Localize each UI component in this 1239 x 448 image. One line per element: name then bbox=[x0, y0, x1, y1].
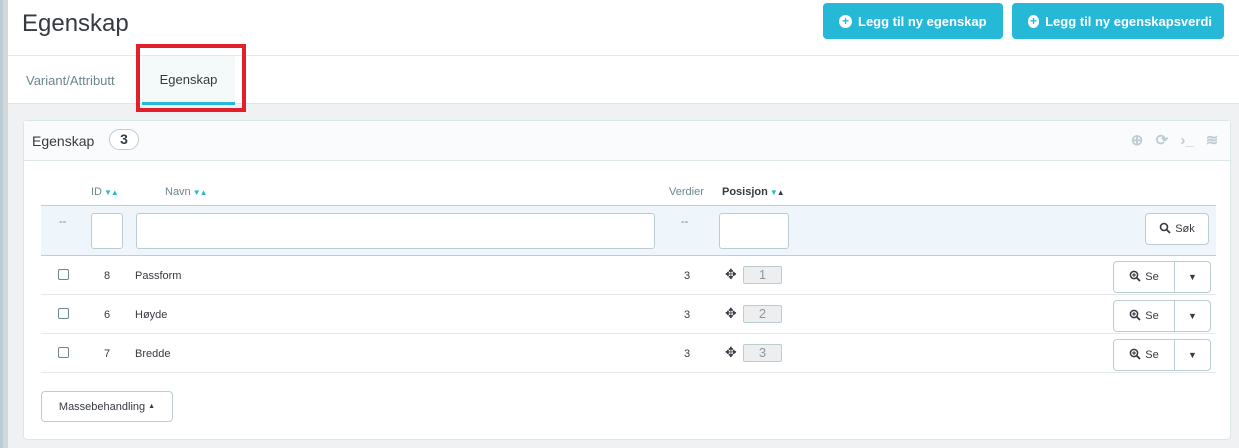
left-sidebar-strip bbox=[0, 0, 8, 448]
row-id: 6 bbox=[104, 309, 111, 321]
add-property-value-label: Legg til ny egenskapsverdi bbox=[1045, 13, 1212, 29]
search-icon bbox=[1159, 222, 1171, 237]
sort-icon[interactable]: ▼▲ bbox=[193, 188, 208, 197]
row-actions: Se ▼ bbox=[1113, 261, 1211, 293]
row-dropdown-toggle[interactable]: ▼ bbox=[1175, 340, 1210, 370]
row-name[interactable]: Bredde bbox=[135, 348, 170, 360]
database-export-icon[interactable]: ≋ bbox=[1204, 133, 1220, 149]
row-position: 3 bbox=[743, 344, 782, 362]
highlight-annotation-box bbox=[136, 44, 246, 112]
id-filter-input[interactable] bbox=[91, 213, 123, 249]
drag-handle-icon[interactable]: ✥ bbox=[725, 306, 737, 320]
column-header-position[interactable]: Posisjon ▼▲ bbox=[722, 186, 785, 198]
row-dropdown-toggle[interactable]: ▼ bbox=[1175, 262, 1210, 292]
properties-panel: Egenskap 3 ⊕ ⟳ ›_ ≋ ID ▼▲ Navn ▼▲ Verdier … bbox=[23, 120, 1231, 440]
refresh-icon[interactable]: ⟳ bbox=[1154, 133, 1170, 149]
drag-handle-icon[interactable]: ✥ bbox=[725, 345, 737, 359]
row-name[interactable]: Høyde bbox=[135, 309, 167, 321]
add-property-value-button[interactable]: + Legg til ny egenskapsverdi bbox=[1012, 3, 1224, 39]
row-position: 2 bbox=[743, 305, 782, 323]
add-property-button[interactable]: + Legg til ny egenskap bbox=[823, 3, 1003, 39]
row-dropdown-toggle[interactable]: ▼ bbox=[1175, 301, 1210, 331]
position-filter-input[interactable] bbox=[719, 213, 789, 249]
bulk-actions-button[interactable]: Massebehandling ▲ bbox=[41, 391, 173, 422]
search-button[interactable]: Søk bbox=[1145, 213, 1209, 245]
page-title: Egenskap bbox=[22, 10, 129, 37]
caret-down-icon: ▼ bbox=[1188, 350, 1197, 360]
panel-toolbar: ⊕ ⟳ ›_ ≋ bbox=[1129, 133, 1220, 149]
row-checkbox[interactable] bbox=[58, 308, 69, 319]
zoom-in-icon bbox=[1129, 348, 1141, 363]
row-actions: Se ▼ bbox=[1113, 339, 1211, 371]
column-header-name[interactable]: Navn ▼▲ bbox=[165, 186, 208, 198]
row-name[interactable]: Passform bbox=[135, 270, 181, 282]
zoom-in-icon bbox=[1129, 309, 1141, 324]
plus-circle-icon: + bbox=[1028, 14, 1040, 28]
drag-handle-icon[interactable]: ✥ bbox=[725, 267, 737, 281]
values-filter-placeholder: -- bbox=[681, 216, 689, 228]
panel-heading: Egenskap 3 ⊕ ⟳ ›_ ≋ bbox=[24, 121, 1230, 161]
view-label: Se bbox=[1145, 349, 1159, 361]
plus-circle-icon: + bbox=[839, 14, 852, 28]
row-values: 3 bbox=[684, 270, 691, 282]
row-id: 7 bbox=[104, 348, 111, 360]
caret-down-icon: ▼ bbox=[1188, 272, 1197, 282]
count-badge: 3 bbox=[109, 129, 139, 150]
row-position: 1 bbox=[743, 266, 782, 284]
view-label: Se bbox=[1145, 310, 1159, 322]
search-label: Søk bbox=[1175, 223, 1195, 235]
bulk-actions-label: Massebehandling bbox=[58, 400, 146, 413]
view-label: Se bbox=[1145, 271, 1159, 283]
caret-up-icon: ▲ bbox=[148, 403, 156, 410]
filter-placeholder: -- bbox=[59, 216, 67, 228]
name-filter-input[interactable] bbox=[136, 213, 655, 249]
table-row: 7 Bredde 3 ✥ 3 Se ▼ bbox=[41, 335, 1216, 373]
view-button[interactable]: Se bbox=[1114, 262, 1175, 292]
view-button[interactable]: Se bbox=[1114, 301, 1175, 331]
row-values: 3 bbox=[684, 309, 691, 321]
column-header-id[interactable]: ID ▼▲ bbox=[91, 186, 119, 198]
row-checkbox[interactable] bbox=[58, 269, 69, 280]
row-id: 8 bbox=[104, 270, 111, 282]
caret-down-icon: ▼ bbox=[1188, 311, 1197, 321]
column-header-values: Verdier bbox=[669, 186, 704, 198]
sort-icon[interactable]: ▼▲ bbox=[770, 188, 785, 197]
panel-title: Egenskap bbox=[32, 133, 95, 149]
add-property-label: Legg til ny egenskap bbox=[858, 13, 987, 29]
table-row: 8 Passform 3 ✥ 1 Se ▼ bbox=[41, 257, 1216, 295]
sort-icon[interactable]: ▼▲ bbox=[104, 188, 119, 197]
sql-terminal-icon[interactable]: ›_ bbox=[1179, 133, 1195, 149]
filter-row: -- -- Søk bbox=[41, 205, 1216, 256]
table-row: 6 Høyde 3 ✥ 2 Se ▼ bbox=[41, 296, 1216, 334]
tab-variant-attribute[interactable]: Variant/Attributt bbox=[26, 56, 115, 104]
row-actions: Se ▼ bbox=[1113, 300, 1211, 332]
zoom-in-icon bbox=[1129, 270, 1141, 285]
add-new-icon[interactable]: ⊕ bbox=[1129, 133, 1145, 149]
row-checkbox[interactable] bbox=[58, 347, 69, 358]
view-button[interactable]: Se bbox=[1114, 340, 1175, 370]
row-values: 3 bbox=[684, 348, 691, 360]
